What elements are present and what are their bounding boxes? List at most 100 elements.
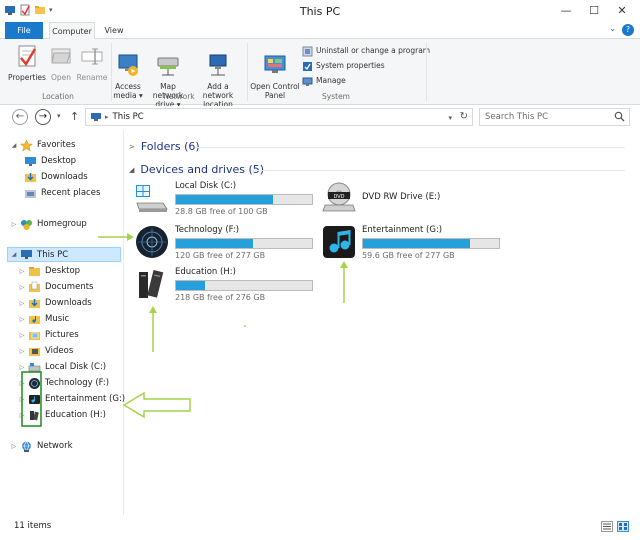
open-button[interactable]: Open	[48, 43, 74, 82]
properties-button[interactable]: Properties	[8, 43, 46, 82]
dvd-drive-icon: DVD	[322, 182, 356, 212]
videos-icon	[29, 347, 40, 356]
nav-item-videos[interactable]: ▷ Videos	[18, 344, 74, 358]
nav-item-local-disk[interactable]: ▷ Local Disk (C:)	[18, 360, 106, 374]
window-controls: — ☐ ✕	[552, 2, 636, 19]
desktop-icon	[25, 156, 36, 166]
tab-computer[interactable]: Computer	[49, 22, 95, 40]
expand-arrow-icon[interactable]: ▷	[18, 348, 26, 355]
expand-arrow-icon[interactable]: ▷	[10, 221, 18, 228]
help-icon[interactable]: ?	[622, 24, 634, 36]
refresh-icon[interactable]: ↻	[460, 111, 468, 122]
nav-item-desktop-favorite[interactable]: Desktop	[24, 154, 76, 168]
nav-item-education[interactable]: ▷ Education (H:)	[18, 408, 106, 422]
title-bar: ▾ This PC — ☐ ✕	[0, 0, 640, 22]
status-bar: 11 items	[0, 515, 640, 540]
system-properties-button[interactable]: System properties	[302, 59, 385, 73]
nav-item-downloads-favorite[interactable]: Downloads	[24, 170, 88, 184]
close-button[interactable]: ✕	[608, 2, 636, 19]
uninstall-program-button[interactable]: Uninstall or change a program	[302, 44, 430, 58]
uninstall-label: Uninstall or change a program	[316, 46, 431, 55]
expand-arrow-icon[interactable]: ▷	[18, 364, 26, 371]
manage-button[interactable]: Manage	[302, 74, 346, 88]
entertainment-drive-icon	[323, 226, 355, 258]
nav-item-downloads[interactable]: ▷ Downloads	[18, 296, 92, 310]
expand-arrow-icon[interactable]: ▷	[18, 300, 26, 307]
nav-item-network[interactable]: ▷ Network	[10, 439, 73, 453]
devices-group-header[interactable]: ◢ Devices and drives (5)	[129, 163, 264, 176]
drive-free-space: 59.6 GB free of 277 GB	[362, 251, 455, 260]
expand-arrow-icon[interactable]: ▷	[18, 396, 26, 403]
technology-drive-icon	[29, 377, 40, 389]
expand-arrow-icon[interactable]: ▷	[10, 443, 18, 450]
search-input[interactable]: Search This PC	[479, 108, 630, 126]
expand-arrow-icon[interactable]: ▷	[18, 332, 26, 339]
up-arrow-icon[interactable]: ↑	[70, 110, 79, 123]
nav-label: Entertainment (G:)	[45, 394, 126, 404]
breadcrumb-this-pc[interactable]: This PC	[113, 112, 144, 122]
drive-name: Local Disk (C:)	[175, 181, 237, 191]
expand-arrow-icon[interactable]: ▷	[18, 268, 26, 275]
nav-item-desktop[interactable]: ▷ Desktop	[18, 264, 80, 278]
expand-arrow-icon[interactable]: ▷	[18, 316, 26, 323]
ribbon-divider	[247, 43, 248, 101]
collapse-arrow-icon[interactable]: ◢	[129, 166, 134, 174]
rename-button[interactable]: Rename	[76, 43, 108, 82]
recent-locations-dropdown[interactable]: ▾	[57, 112, 61, 120]
homegroup-icon	[21, 219, 32, 230]
uninstall-icon	[302, 46, 313, 56]
drive-education-h[interactable]: Education (H:) 218 GB free of 276 GB	[135, 267, 325, 303]
nav-label: Documents	[45, 282, 94, 292]
star-icon	[20, 138, 33, 152]
expand-arrow-icon[interactable]: >	[129, 143, 135, 151]
tab-file[interactable]: File	[5, 22, 43, 39]
music-icon	[29, 315, 40, 324]
nav-item-favorites[interactable]: ◢ Favorites	[10, 138, 75, 152]
drive-local-disk-c[interactable]: Local Disk (C:) 28.8 GB free of 100 GB	[135, 181, 325, 217]
drive-free-space: 218 GB free of 276 GB	[175, 293, 266, 302]
downloads-icon	[25, 172, 36, 182]
minimize-button[interactable]: —	[552, 2, 580, 19]
nav-item-recent-places[interactable]: Recent places	[24, 186, 100, 200]
tab-view[interactable]: View	[99, 22, 129, 39]
drive-entertainment-g[interactable]: Entertainment (G:) 59.6 GB free of 277 G…	[322, 225, 512, 261]
properties-label: Properties	[8, 73, 46, 82]
nav-item-pictures[interactable]: ▷ Pictures	[18, 328, 79, 342]
address-dropdown-icon[interactable]: ▾	[448, 114, 452, 122]
drive-usage-bar	[175, 238, 313, 249]
address-bar[interactable]: ▸ This PC ▾ ↻	[85, 108, 473, 126]
nav-item-technology[interactable]: ▷ Technology (F:)	[18, 376, 109, 390]
nav-item-documents[interactable]: ▷ Documents	[18, 280, 93, 294]
nav-item-entertainment[interactable]: ▷ Entertainment (G:)	[18, 392, 125, 406]
access-media-icon	[118, 54, 138, 76]
system-properties-icon	[303, 61, 312, 71]
forward-button[interactable]: →	[35, 109, 51, 125]
chevron-down-icon[interactable]: ⌄	[609, 24, 616, 33]
folders-group-header[interactable]: > Folders (6)	[129, 140, 200, 153]
back-button[interactable]: ←	[12, 109, 28, 125]
expand-arrow-icon[interactable]: ▷	[18, 380, 26, 387]
collapse-arrow-icon[interactable]: ◢	[10, 142, 18, 149]
drive-dvd-rw-e[interactable]: DVD DVD RW Drive (E:)	[322, 181, 512, 217]
details-view-icon[interactable]	[601, 521, 613, 532]
drive-usage-bar	[175, 280, 313, 291]
drive-technology-f[interactable]: Technology (F:) 120 GB free of 277 GB	[135, 225, 325, 261]
nav-item-music[interactable]: ▷ Music	[18, 312, 70, 326]
drive-name: Education (H:)	[175, 267, 236, 277]
nav-item-homegroup[interactable]: ▷ Homegroup	[10, 217, 87, 231]
large-icons-view-icon[interactable]	[617, 521, 629, 532]
drive-usage-fill	[363, 239, 470, 248]
collapse-arrow-icon[interactable]: ◢	[10, 251, 18, 258]
expand-arrow-icon[interactable]: ▷	[18, 412, 26, 419]
documents-icon	[29, 281, 40, 292]
nav-item-this-pc[interactable]: ◢ This PC	[7, 247, 121, 262]
drive-usage-bar	[362, 238, 500, 249]
drive-free-space: 28.8 GB free of 100 GB	[175, 207, 268, 216]
nav-label: Desktop	[41, 156, 77, 166]
drive-name: DVD RW Drive (E:)	[362, 192, 441, 202]
folder-icon	[29, 266, 40, 276]
expand-arrow-icon[interactable]: ▷	[18, 284, 26, 291]
maximize-button[interactable]: ☐	[580, 2, 608, 19]
search-icon[interactable]	[614, 111, 625, 122]
rename-icon	[81, 48, 103, 65]
